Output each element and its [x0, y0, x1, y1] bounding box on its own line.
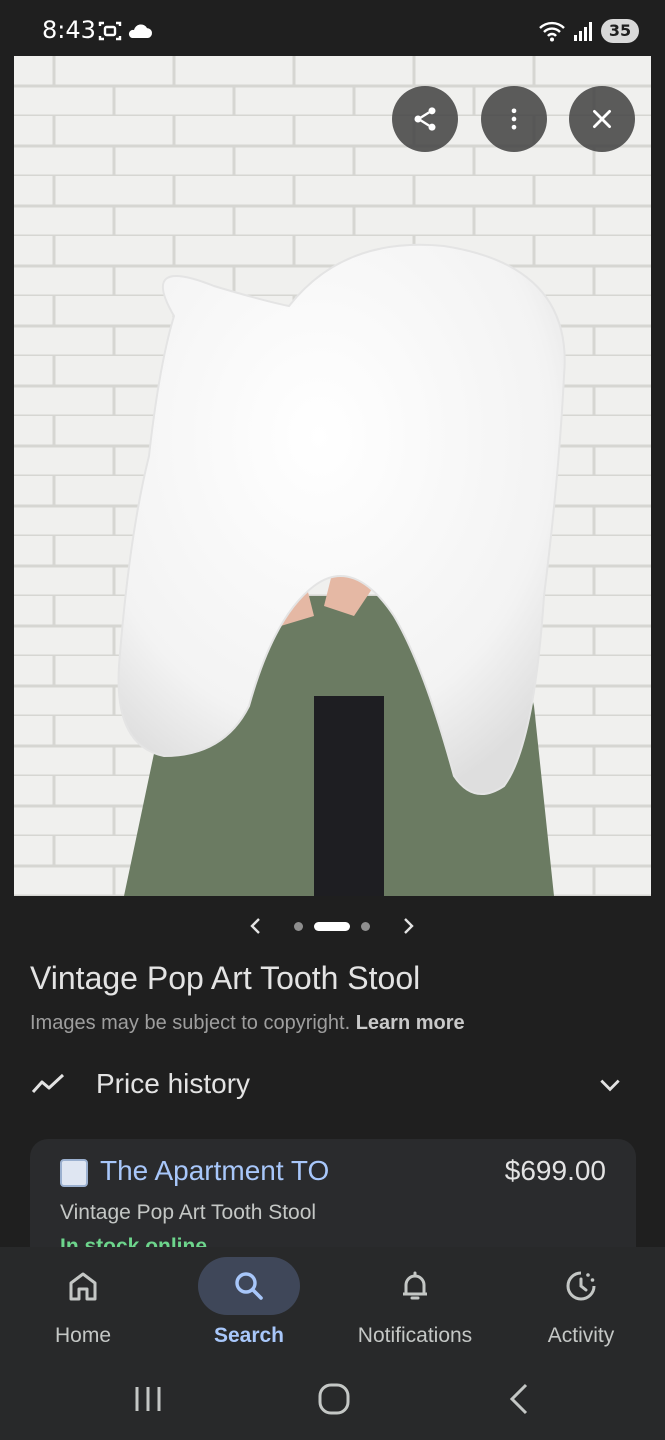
- nav-search-label: Search: [213, 1324, 285, 1347]
- search-icon: [235, 1272, 263, 1300]
- image-pager: [0, 906, 665, 946]
- close-button[interactable]: [569, 86, 635, 152]
- tooth-stool-photo: [14, 56, 651, 896]
- nav-notifications-label: Notifications: [357, 1324, 473, 1347]
- product-title: Vintage Pop Art Tooth Stool: [30, 960, 421, 996]
- copyright-text: Images may be subject to copyright.: [30, 1012, 351, 1034]
- status-time: 8:43: [42, 16, 96, 44]
- status-right: 35: [537, 19, 639, 43]
- pager-dot: [294, 922, 303, 931]
- next-image-icon[interactable]: [396, 914, 420, 938]
- previous-image-icon[interactable]: [244, 914, 268, 938]
- product-image[interactable]: [14, 56, 651, 896]
- wifi-icon: [539, 21, 565, 42]
- chevron-down-icon: [600, 1079, 620, 1092]
- price-history-row[interactable]: Price history: [0, 1058, 665, 1114]
- more-vert-icon: [511, 108, 517, 130]
- nav-notifications[interactable]: Notifications: [332, 1247, 498, 1367]
- nav-home[interactable]: Home: [0, 1247, 166, 1367]
- learn-more-link[interactable]: Learn more: [356, 1012, 465, 1034]
- bottom-navigation: Home Search Notifications Activity: [0, 1247, 665, 1367]
- share-button[interactable]: [392, 86, 458, 152]
- nav-search[interactable]: Search: [166, 1247, 332, 1367]
- trending-icon: [31, 1073, 65, 1094]
- bell-icon: [403, 1271, 427, 1300]
- home-icon: [69, 1272, 97, 1301]
- signal-icon: [574, 22, 592, 41]
- status-notification-icons: [98, 20, 154, 47]
- more-options-button[interactable]: [481, 86, 547, 152]
- listing-price: $699.00: [504, 1155, 606, 1186]
- close-icon: [593, 110, 611, 128]
- nav-home-label: Home: [54, 1324, 112, 1347]
- home-gesture-icon[interactable]: [312, 1381, 356, 1417]
- screenshot-icon: [98, 21, 122, 41]
- copyright-notice: Images may be subject to copyright. Lear…: [30, 1012, 465, 1035]
- recent-apps-icon[interactable]: [126, 1381, 170, 1417]
- battery-indicator: 35: [601, 19, 639, 43]
- store-name-link[interactable]: The Apartment TO: [100, 1155, 329, 1187]
- status-bar: 8:43 35: [0, 0, 665, 56]
- globe-icon: [60, 1159, 88, 1187]
- share-icon: [414, 107, 436, 131]
- listing-product-name: Vintage Pop Art Tooth Stool: [60, 1201, 317, 1224]
- activity-icon: [566, 1271, 596, 1301]
- price-history-label: Price history: [96, 1068, 251, 1099]
- pager-dot-active: [314, 922, 350, 931]
- nav-activity-label: Activity: [547, 1324, 615, 1347]
- system-navigation-bar: [0, 1367, 665, 1440]
- back-icon[interactable]: [498, 1381, 542, 1417]
- cloud-icon: [128, 24, 153, 38]
- nav-activity[interactable]: Activity: [498, 1247, 664, 1367]
- pager-dot: [361, 922, 370, 931]
